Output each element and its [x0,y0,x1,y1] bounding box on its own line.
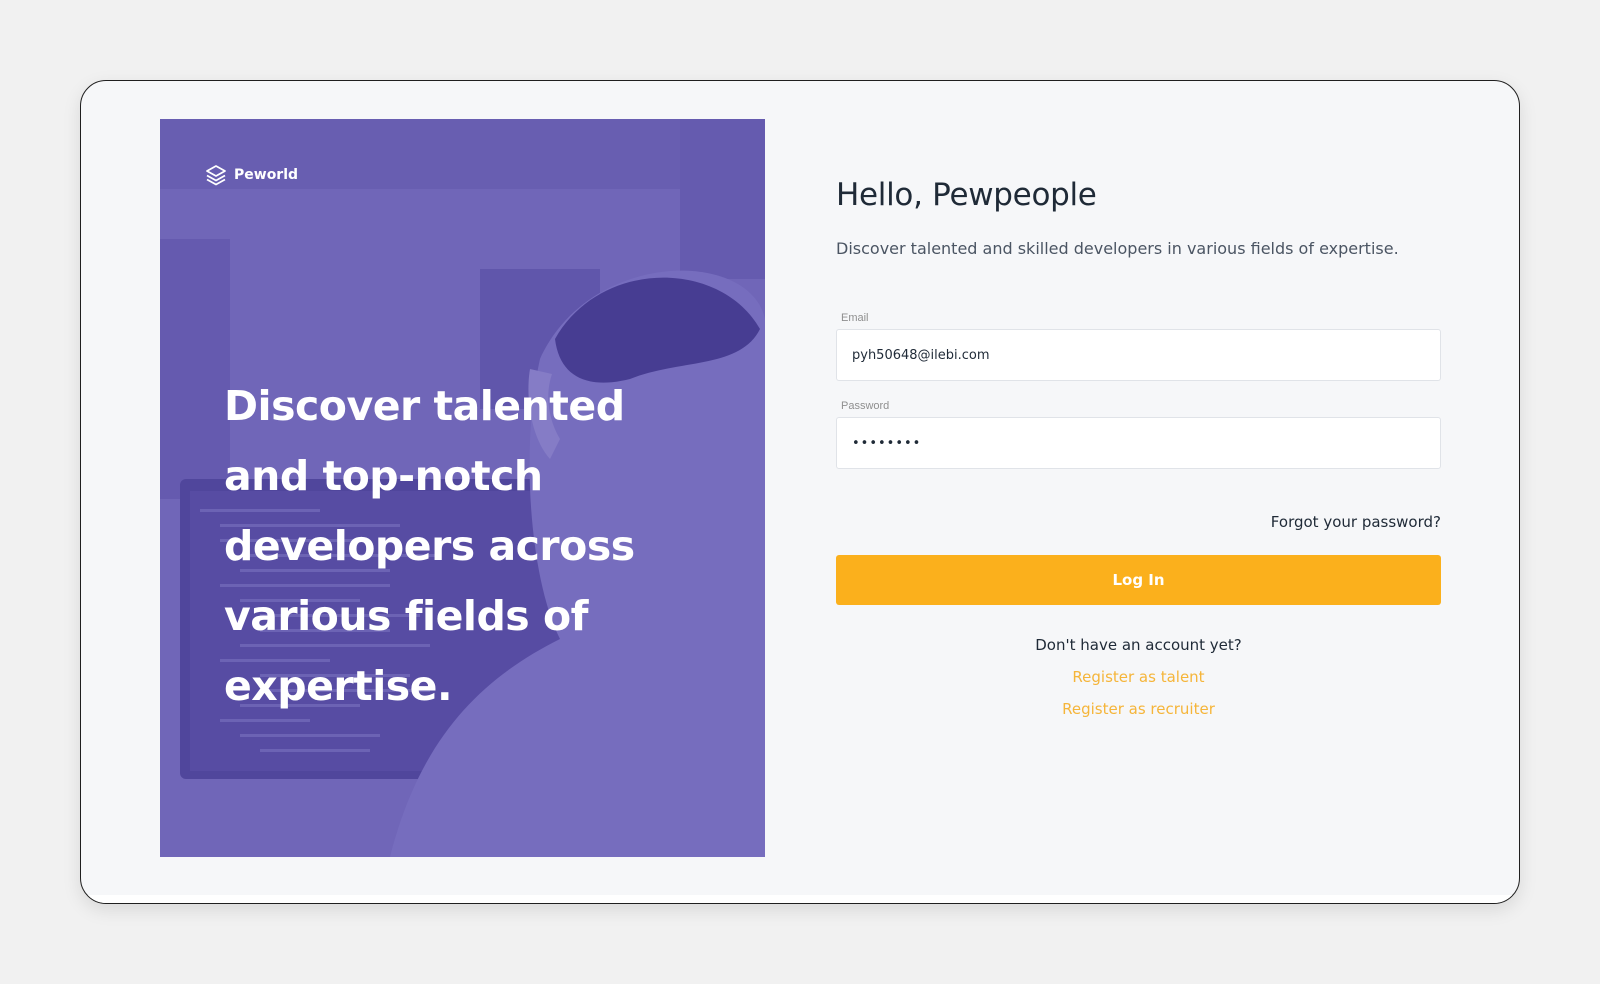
hero-headline: Discover talented and top-notch develope… [224,382,635,710]
page-title: Hello, Pewpeople [836,177,1097,213]
password-label: Password [841,400,890,412]
brand-name: Peworld [234,167,299,183]
hero-panel: Peworld Discover talented and top-notch … [160,119,765,857]
forgot-password-link[interactable]: Forgot your password? [1271,513,1441,531]
layers-icon [204,163,228,187]
brand[interactable]: Peworld [204,163,298,187]
no-account-text: Don't have an account yet? [1035,636,1242,654]
card-bottom-divider [81,895,1519,903]
login-form: Hello, Pewpeople Discover talented and s… [836,81,1441,903]
login-card: Peworld Discover talented and top-notch … [80,80,1520,904]
register-recruiter-link[interactable]: Register as recruiter [836,700,1441,718]
email-label: Email [841,312,869,324]
page-subtitle: Discover talented and skilled developers… [836,239,1399,258]
password-field[interactable]: •••••••• [836,417,1441,469]
login-button[interactable]: Log In [836,555,1441,605]
email-field[interactable]: pyh50648@ilebi.com [836,329,1441,381]
register-talent-link[interactable]: Register as talent [836,668,1441,686]
